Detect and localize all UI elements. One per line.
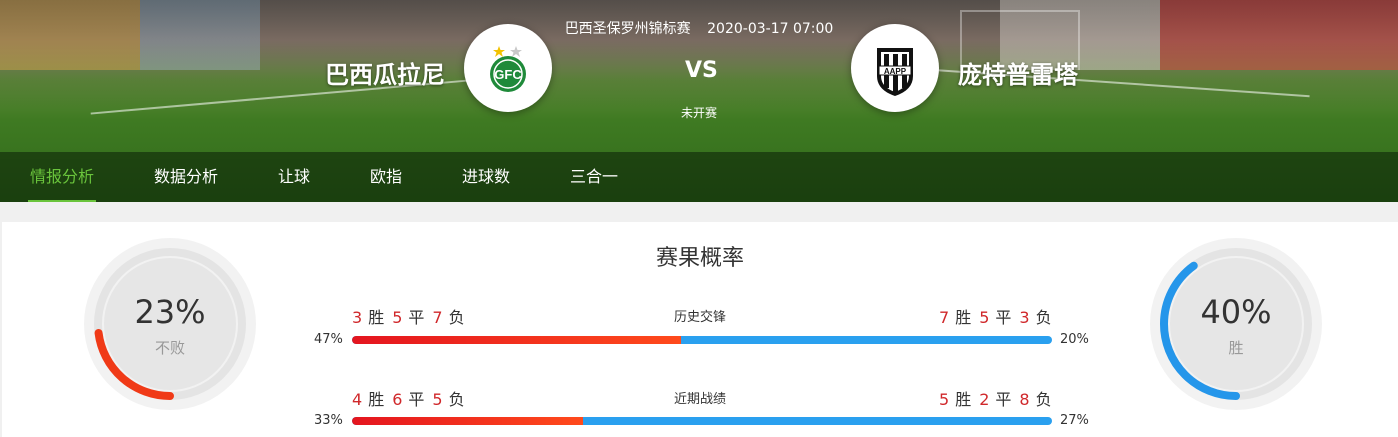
loss-word: 负 [1035,308,1052,327]
recent-form-label: 近期战绩 [673,392,726,407]
away-recent-losses: 8 [1019,390,1030,409]
win-word: 胜 [955,308,972,327]
svg-text:GFC: GFC [494,67,522,82]
away-recent-pct: 27% [1060,413,1089,428]
guarani-crest-icon: GFC [490,46,526,92]
gauge-label: 不败 [154,339,185,357]
draw-word: 平 [995,390,1012,409]
h2h-label: 历史交锋 [673,310,726,325]
away-h2h-draws: 5 [979,308,990,327]
win-word: 胜 [955,390,972,409]
home-h2h-pct: 47% [314,332,343,347]
tab-handicap[interactable]: 让球 [278,152,310,202]
tab-three-in-one[interactable]: 三合一 [570,152,618,202]
tab-data-analysis[interactable]: 数据分析 [154,152,218,202]
match-datetime: 2020-03-17 07:00 [707,21,834,37]
tab-intel-analysis[interactable]: 情报分析 [27,152,97,202]
away-h2h-losses: 3 [1019,308,1030,327]
gauge-label: 胜 [1228,339,1244,357]
home-team-logo[interactable]: GFC [464,24,552,112]
home-recent-pct: 33% [314,413,343,428]
home-team-name[interactable]: 巴西瓜拉尼 [325,55,445,90]
away-recent-draws: 2 [979,390,990,409]
match-header: 巴西圣保罗州锦标赛 2020-03-17 07:00 巴西瓜拉尼 GFC VS … [0,0,1398,202]
h2h-bar [352,336,1052,344]
tab-euro-odds[interactable]: 欧指 [370,152,402,202]
away-h2h-wins: 7 [939,308,950,327]
tab-total-goals[interactable]: 进球数 [462,152,510,202]
recent-form-bar [352,417,1052,425]
away-h2h-record: 7胜5平3负 [939,304,1060,328]
away-recent-record: 5胜2平8负 [939,386,1060,410]
match-status: 未开赛 [680,106,717,120]
draw-word: 平 [995,308,1012,327]
league-name: 巴西圣保罗州锦标赛 [564,21,691,37]
match-info: 巴西圣保罗州锦标赛 2020-03-17 07:00 [0,18,1398,38]
ponte-preta-crest-icon: AAPP [877,48,913,96]
svg-text:AAPP: AAPP [884,67,907,76]
away-team-name[interactable]: 庞特普雷塔 [958,55,1078,90]
loss-word: 负 [1035,390,1052,409]
h2h-bar-fill [352,336,681,344]
analysis-tabs: 情报分析 数据分析 让球 欧指 进球数 三合一 [0,152,1398,202]
away-recent-wins: 5 [939,390,950,409]
away-team-logo[interactable]: AAPP [851,24,939,112]
vs-label: VS [685,58,718,83]
away-h2h-pct: 20% [1060,332,1089,347]
recent-form-bar-fill [352,417,583,425]
result-probability-panel: 赛果概率 23% 不败 40% 胜 3胜5平7负 历史交锋 7胜5平3负 47% [2,222,1398,437]
